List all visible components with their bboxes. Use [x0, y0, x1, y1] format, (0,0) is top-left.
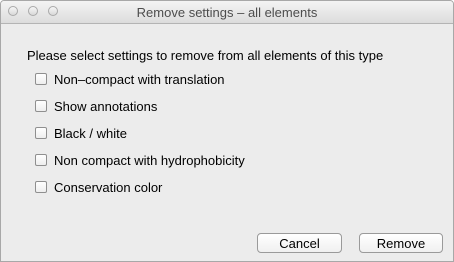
option-non-compact-with-hydrophobicity[interactable]: Non compact with hydrophobicity [35, 151, 245, 169]
window-title: Remove settings – all elements [136, 5, 318, 20]
cancel-button[interactable]: Cancel [257, 233, 342, 253]
remove-button[interactable]: Remove [359, 233, 443, 253]
option-label: Non compact with hydrophobicity [54, 152, 245, 168]
title-bar[interactable]: Remove settings – all elements [1, 1, 453, 24]
option-label: Non–compact with translation [54, 71, 225, 87]
dialog-window: Remove settings – all elements Please se… [0, 0, 454, 262]
option-label: Black / white [54, 125, 127, 141]
option-label: Show annotations [54, 98, 158, 114]
option-conservation-color[interactable]: Conservation color [35, 178, 162, 196]
instruction-text: Please select settings to remove from al… [27, 48, 384, 63]
option-non-compact-with-translation[interactable]: Non–compact with translation [35, 70, 225, 88]
option-black-white[interactable]: Black / white [35, 124, 127, 142]
checkbox[interactable] [35, 127, 47, 139]
option-label: Conservation color [54, 179, 163, 195]
checkbox[interactable] [35, 181, 47, 193]
checkbox[interactable] [35, 100, 47, 112]
checkbox[interactable] [35, 154, 47, 166]
option-show-annotations[interactable]: Show annotations [35, 97, 157, 115]
checkbox[interactable] [35, 73, 47, 85]
